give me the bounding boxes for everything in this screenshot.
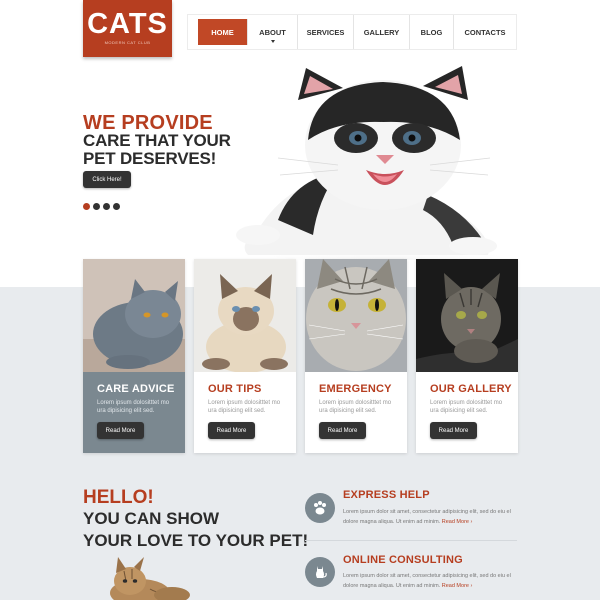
logo-subtitle: MODERN CAT CLUB (104, 40, 151, 45)
card-title: CARE ADVICE (97, 383, 175, 395)
main-nav: Home About Services Gallery Blog Contact… (187, 14, 517, 50)
nav-item-about[interactable]: About (248, 15, 298, 49)
nav-item-blog[interactable]: Blog (410, 15, 454, 49)
nav-item-label: About (259, 27, 286, 37)
hello-line-1: YOU CAN SHOW (83, 509, 219, 528)
card-our-gallery: OUR GALLERY Lorem ipsum dolositttet mo u… (416, 259, 518, 453)
hello-line-2: YOUR LOVE TO YOUR PET! (83, 531, 309, 550)
dark-tabby-cat-image (416, 259, 518, 372)
slider-pagination (83, 203, 120, 210)
nav-item-label: Home (211, 27, 234, 37)
service-title: ONLINE CONSULTING (343, 554, 463, 566)
card-our-tips: OUR TIPS Lorem ipsum dolositttet mo ura … (194, 259, 296, 453)
hero-cta-button[interactable]: Click Here! (83, 171, 131, 188)
nav-item-home[interactable]: Home (198, 19, 248, 45)
gray-cat-image (83, 259, 185, 372)
siamese-cat-image (194, 259, 296, 372)
service-text: Lorem ipsum dolor sit amet, consectetur … (343, 571, 518, 591)
nav-item-gallery[interactable]: Gallery (354, 15, 410, 49)
card-care-advice: CARE ADVICE Lorem ipsum dolositttet mo u… (83, 259, 185, 453)
paw-icon (305, 493, 335, 523)
chevron-down-icon (270, 40, 275, 43)
divider (305, 540, 517, 541)
nav-item-label: Services (306, 27, 345, 37)
slider-dot[interactable] (93, 203, 100, 210)
nav-item-services[interactable]: Services (298, 15, 354, 49)
slider-dot[interactable] (83, 203, 90, 210)
service-description: Lorem ipsum dolor sit amet, consectetur … (343, 509, 511, 525)
service-description: Lorem ipsum dolor sit amet, consectetur … (343, 573, 511, 589)
tabby-kitten-image (110, 557, 190, 600)
site-logo[interactable]: CATS MODERN CAT CLUB (83, 0, 172, 57)
read-more-link[interactable]: Read More › (442, 583, 473, 589)
read-more-button[interactable]: Read More (97, 422, 144, 439)
service-text: Lorem ipsum dolor sit amet, consectetur … (343, 507, 518, 527)
read-more-link[interactable]: Read More › (442, 519, 473, 525)
card-title: OUR GALLERY (430, 383, 512, 395)
nav-item-contacts[interactable]: Contacts (454, 15, 516, 49)
card-title: EMERGENCY (319, 383, 392, 395)
logo-title: CATS (87, 8, 168, 40)
hello-heading: HELLO! (83, 487, 154, 508)
cat-icon (305, 557, 335, 587)
hero-heading: WE PROVIDE (83, 112, 213, 134)
service-title: EXPRESS HELP (343, 489, 430, 501)
hero-subheading: CARE THAT YOUR PET DESERVES! (83, 131, 231, 168)
slider-dot[interactable] (103, 203, 110, 210)
nav-item-label: Blog (420, 27, 443, 37)
card-title: OUR TIPS (208, 383, 262, 395)
nav-item-label: Contacts (464, 27, 506, 37)
hero-kitten-image (236, 66, 518, 260)
read-more-button[interactable]: Read More (319, 422, 366, 439)
card-text: Lorem ipsum dolositttet mo ura dipisicin… (319, 400, 392, 414)
card-emergency: EMERGENCY Lorem ipsum dolositttet mo ura… (305, 259, 407, 453)
card-text: Lorem ipsum dolositttet mo ura dipisicin… (208, 400, 281, 414)
read-more-button[interactable]: Read More (208, 422, 255, 439)
read-more-button[interactable]: Read More (430, 422, 477, 439)
nav-item-label: Gallery (363, 27, 400, 37)
card-text: Lorem ipsum dolositttet mo ura dipisicin… (97, 400, 170, 414)
card-text: Lorem ipsum dolositttet mo ura dipisicin… (430, 400, 503, 414)
slider-dot[interactable] (113, 203, 120, 210)
tabby-cat-image (305, 259, 407, 372)
